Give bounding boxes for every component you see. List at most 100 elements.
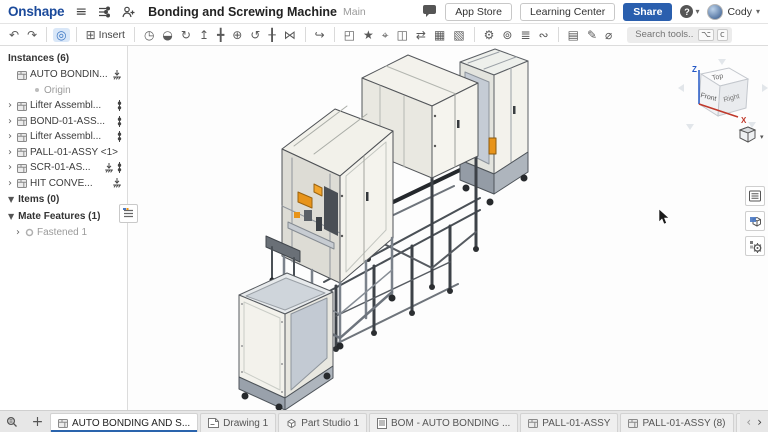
undo-icon[interactable]: ↶ xyxy=(6,28,22,42)
instance-label: Origin xyxy=(44,85,71,96)
pin-slot-mate-icon[interactable]: ↺ xyxy=(247,28,263,42)
mate-icon[interactable]: ◷ xyxy=(141,28,157,42)
cylindrical-mate-icon[interactable]: ⊕ xyxy=(229,28,245,42)
chevron-right-icon[interactable]: › xyxy=(8,116,17,127)
planar-mate-icon[interactable]: ╋ xyxy=(214,28,227,42)
search-tools-box[interactable]: ⌥ c xyxy=(627,27,731,43)
tab-pall-01-assy-8[interactable]: PALL-01-ASSY (8) xyxy=(620,413,733,432)
user-menu[interactable]: Cody ▾ xyxy=(707,4,760,20)
fastened-mate-icon[interactable]: ╂ xyxy=(265,28,278,42)
instance-row[interactable]: AUTO BONDIN... xyxy=(0,67,127,83)
origin-icon xyxy=(33,86,41,94)
chevron-right-icon[interactable]: › xyxy=(8,131,17,142)
exploded-view-icon[interactable]: ◰ xyxy=(341,28,358,42)
app-store-button[interactable]: App Store xyxy=(445,3,512,21)
transform-icon[interactable]: ⇄ xyxy=(413,28,429,42)
instance-label: BOND-01-ASS... xyxy=(30,116,105,127)
tab-pall-01-assy[interactable]: PALL-01-ASSY xyxy=(520,413,618,432)
assembly-3d-model[interactable] xyxy=(128,46,768,410)
tab-auto-bonding-and-s[interactable]: AUTO BONDING AND S... xyxy=(50,413,198,432)
tangent-mate-icon[interactable]: ⋈ xyxy=(281,28,299,42)
add-tab-button[interactable]: + xyxy=(25,411,50,432)
instance-row[interactable]: › Lifter Assembl... xyxy=(0,129,127,145)
manage-tabs-icon[interactable] xyxy=(0,411,25,432)
instance-row[interactable]: › BOND-01-ASS... xyxy=(0,114,127,130)
workspace-name[interactable]: Main xyxy=(343,6,366,18)
instances-header[interactable]: Instances (6) xyxy=(0,50,127,67)
x-axis-label: X xyxy=(741,116,747,125)
user-name: Cody xyxy=(727,6,752,18)
slider-mate-icon[interactable]: ↥ xyxy=(196,28,212,42)
tab-drawing-1[interactable]: Drawing 1 xyxy=(200,413,276,432)
edit-in-context-icon[interactable]: ✎ xyxy=(584,28,600,42)
screw-relation-icon[interactable]: ≣ xyxy=(517,28,533,42)
ball-mate-icon[interactable]: ◒ xyxy=(159,28,175,42)
tab-label: PALL-01-ASSY (8) xyxy=(642,418,725,429)
chevron-right-icon[interactable]: › xyxy=(8,147,17,158)
search-tools-input[interactable] xyxy=(633,28,695,41)
mate-feature-row[interactable]: › Fastened 1 xyxy=(0,225,127,241)
revolute-mate-icon[interactable]: ↻ xyxy=(178,28,194,42)
comments-icon[interactable] xyxy=(422,5,437,18)
assembly-icon xyxy=(628,418,638,428)
graphics-area[interactable]: Top Front Right Z X ▾ xyxy=(128,46,768,410)
select-parts-icon[interactable]: ⌖ xyxy=(379,28,392,42)
follow-user-icon[interactable] xyxy=(122,6,135,18)
assembly-icon xyxy=(17,163,27,173)
instance-row[interactable]: Origin xyxy=(0,83,127,99)
instance-row[interactable]: ›HIT CONVE... xyxy=(0,176,127,192)
document-menu-icon[interactable]: ≡ xyxy=(75,5,87,19)
tabs-scroll-left-icon[interactable]: ‹ xyxy=(746,415,751,429)
instances-panel: Instances (6) AUTO BONDIN... Origin › Lifte… xyxy=(0,46,128,410)
mouse-cursor xyxy=(659,209,669,224)
chevron-down-icon: ▼ xyxy=(8,212,14,221)
chevron-right-icon[interactable]: › xyxy=(8,100,17,111)
named-positions-icon[interactable]: ★ xyxy=(360,28,377,42)
help-menu[interactable]: ? ▾ xyxy=(680,5,699,18)
gear-relation-icon[interactable]: ⚙ xyxy=(481,28,498,42)
display-states-panel-icon[interactable] xyxy=(745,211,765,231)
configurations-panel-icon[interactable] xyxy=(745,236,765,256)
tab-bom-auto-bonding[interactable]: BOM - AUTO BONDING ... xyxy=(369,413,518,432)
learning-center-button[interactable]: Learning Center xyxy=(520,3,615,21)
bom-table-icon[interactable] xyxy=(745,186,765,206)
mate-features-header[interactable]: ▼ Mate Features (1) xyxy=(0,208,127,225)
chevron-down-icon: ▾ xyxy=(756,7,760,16)
snap-mode-icon[interactable]: ↪ xyxy=(312,28,328,42)
mirror-icon[interactable]: ▧ xyxy=(450,28,467,42)
tab-label: PALL-01-ASSY xyxy=(542,418,610,429)
display-states-icon[interactable]: ▤ xyxy=(565,28,582,42)
rack-relation-icon[interactable]: ⊚ xyxy=(499,28,515,42)
share-button[interactable]: Share xyxy=(623,3,672,21)
belt-relation-icon[interactable]: ∾ xyxy=(536,28,552,42)
chevron-right-icon[interactable]: › xyxy=(16,227,25,238)
structure-flyout-button[interactable] xyxy=(119,204,138,223)
linear-pattern-icon[interactable]: ▦ xyxy=(431,28,448,42)
assembly-icon xyxy=(17,147,27,157)
view-cube[interactable]: Top Front Right Z X ▾ xyxy=(674,58,768,154)
avatar xyxy=(707,4,723,20)
instance-label: Fastened 1 xyxy=(37,227,87,238)
tabs-scroll-right-icon[interactable]: › xyxy=(757,415,762,429)
redo-icon[interactable]: ↷ xyxy=(24,28,40,42)
document-title: Bonding and Screwing Machine xyxy=(148,5,337,19)
versions-icon[interactable] xyxy=(98,6,111,18)
view-options-cube[interactable]: ▾ xyxy=(740,127,764,142)
chevron-right-icon[interactable]: › xyxy=(8,178,17,189)
onshape-logo[interactable]: Onshape xyxy=(8,4,64,19)
chevron-right-icon[interactable]: › xyxy=(8,162,17,173)
instance-row[interactable]: ›SCR-01-AS... xyxy=(0,160,127,176)
orbit-icon[interactable]: ◎ xyxy=(53,28,69,42)
insert-icon[interactable]: ⊞Insert xyxy=(83,28,128,42)
instance-row[interactable]: ›PALL-01-ASSY <1> xyxy=(0,145,127,161)
instance-label: Lifter Assembl... xyxy=(30,131,101,142)
z-axis-label: Z xyxy=(692,65,697,74)
group-icon[interactable]: ◫ xyxy=(394,28,411,42)
svg-text:▾: ▾ xyxy=(760,134,764,141)
tab-part-studio-1[interactable]: Part Studio 1 xyxy=(278,413,367,432)
items-header[interactable]: ▼ Items (0) xyxy=(0,191,127,208)
mate-badge-icon xyxy=(117,131,122,142)
instance-row[interactable]: ›Lifter Assembl... xyxy=(0,98,127,114)
measure-icon[interactable]: ⌀ xyxy=(602,28,615,42)
mate-badge-icon xyxy=(117,100,122,111)
